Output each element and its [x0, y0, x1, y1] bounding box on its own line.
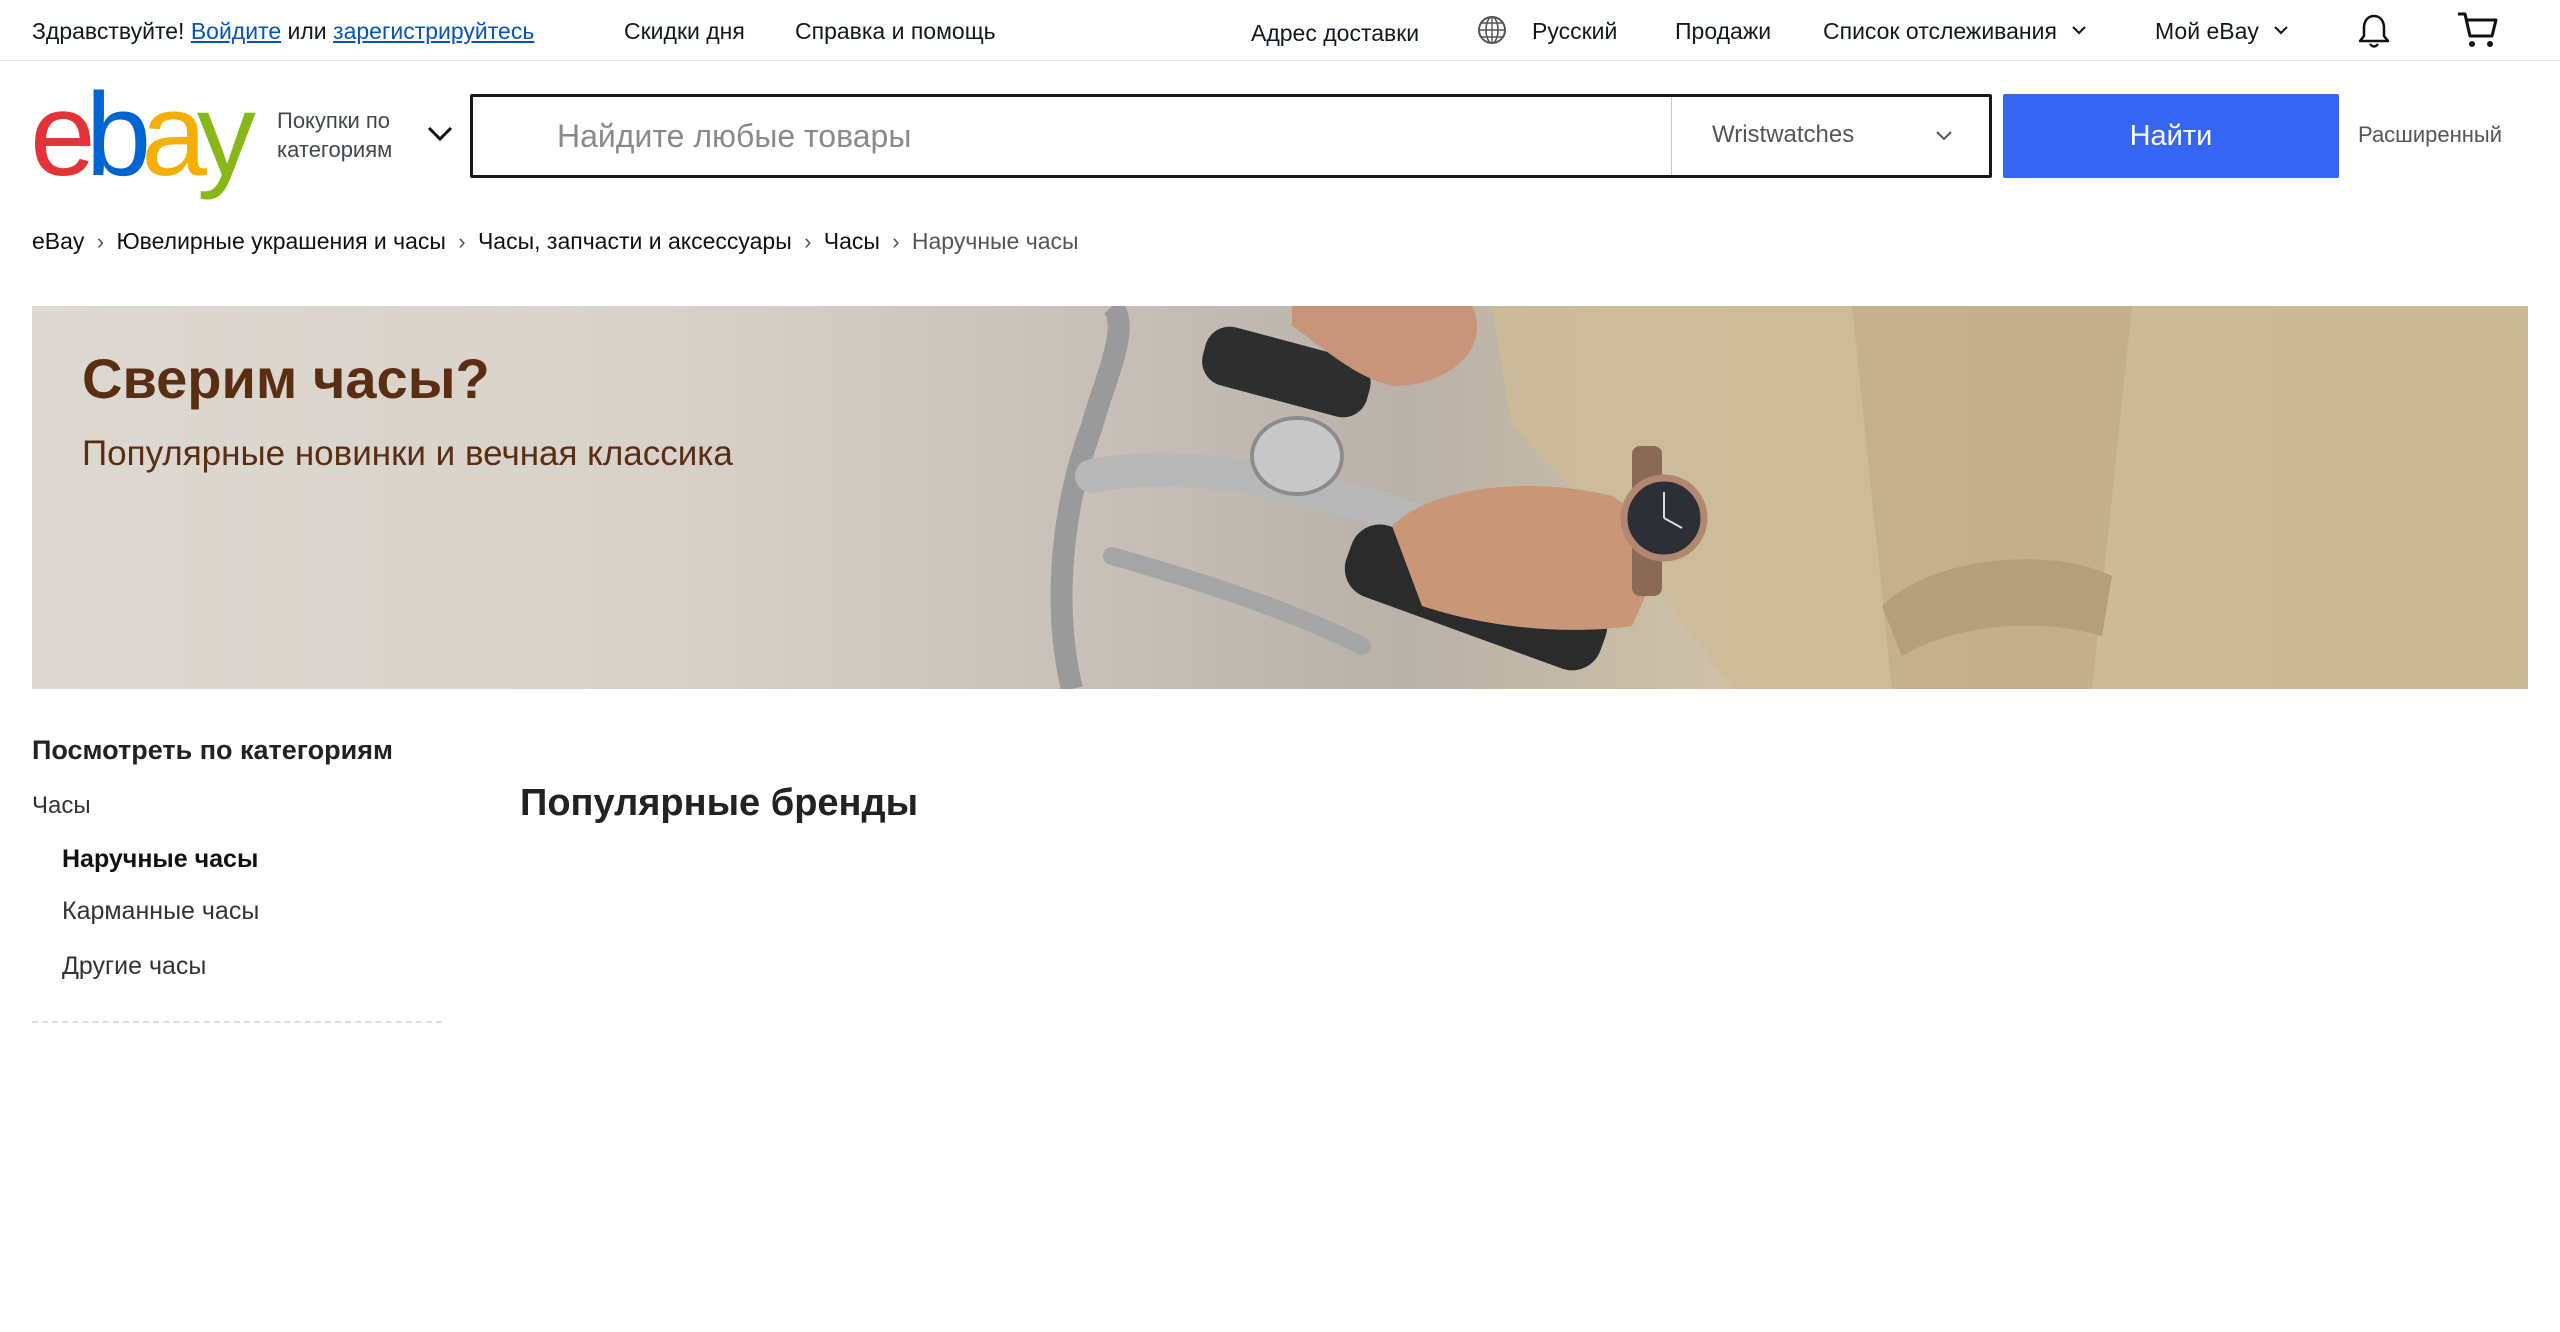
shop-by-category-button[interactable]: Покупки по категориям: [277, 106, 417, 164]
top-navigation-bar: Здравствуйте! Войдите или зарегистрируйт…: [0, 0, 2560, 61]
language-selector[interactable]: Русский: [1532, 16, 1617, 46]
watchlist-menu[interactable]: Список отслеживания: [1823, 16, 2087, 46]
register-link[interactable]: зарегистрируйтесь: [333, 18, 534, 44]
breadcrumb-item[interactable]: Часы, запчасти и аксессуары: [478, 226, 792, 256]
breadcrumb-item[interactable]: eBay: [32, 226, 84, 256]
notification-bell-icon[interactable]: [2355, 12, 2393, 50]
hero-subtitle: Популярные новинки и вечная классика: [82, 434, 733, 473]
breadcrumb-item[interactable]: Ювелирные украшения и часы: [116, 226, 446, 256]
search-input[interactable]: [473, 97, 1669, 175]
category-link-wristwatches[interactable]: Наручные часы: [62, 845, 258, 874]
breadcrumb-current: Наручные часы: [911, 228, 1079, 254]
search-category-select[interactable]: Wristwatches: [1671, 97, 1989, 175]
daily-deals-link[interactable]: Скидки дня: [624, 16, 745, 46]
chevron-right-icon: ›: [96, 229, 105, 254]
chevron-right-icon: ›: [892, 229, 900, 254]
chevron-right-icon: ›: [804, 229, 812, 254]
chevron-down-icon[interactable]: [427, 126, 453, 142]
globe-icon[interactable]: [1476, 14, 1508, 46]
my-ebay-label: Мой eBay: [2155, 18, 2259, 44]
category-link-other-watches[interactable]: Другие часы: [62, 952, 206, 981]
hero-title: Сверим часы?: [82, 347, 490, 410]
chevron-down-icon: [1935, 129, 1953, 141]
popular-brands-title: Популярные бренды: [520, 782, 919, 824]
category-link-watches[interactable]: Часы: [32, 792, 91, 820]
search-bar: Wristwatches: [470, 94, 1992, 178]
chevron-right-icon: ›: [458, 229, 466, 254]
breadcrumb: eBay › Ювелирные украшения и часы › Часы, за…: [32, 226, 1079, 257]
hero-banner[interactable]: Сверим часы? Популярные новинки и вечная…: [32, 306, 2528, 689]
category-link-pocket-watches[interactable]: Карманные часы: [62, 897, 259, 926]
watchlist-label: Список отслеживания: [1823, 18, 2057, 44]
help-link[interactable]: Справка и помощь: [795, 16, 996, 46]
greeting-text: Здравствуйте!: [32, 18, 185, 44]
or-text: или: [287, 18, 327, 44]
cart-icon[interactable]: [2456, 10, 2500, 50]
browse-categories-title: Посмотреть по категориям: [32, 735, 393, 765]
sidebar-divider: [32, 1021, 442, 1023]
search-category-value: Wristwatches: [1712, 121, 1855, 148]
ebay-logo[interactable]: ebay: [30, 76, 270, 194]
greeting: Здравствуйте! Войдите или зарегистрируйт…: [32, 16, 534, 46]
selling-link[interactable]: Продажи: [1675, 16, 1771, 46]
search-button[interactable]: Найти: [2003, 94, 2339, 178]
advanced-search-link[interactable]: Расширенный: [2358, 122, 2502, 148]
chevron-down-icon: [2273, 24, 2288, 36]
chevron-down-icon: [2071, 24, 2087, 36]
my-ebay-menu[interactable]: Мой eBay: [2155, 16, 2288, 46]
ship-to-link[interactable]: Адрес доставки: [1251, 18, 1419, 48]
signin-link[interactable]: Войдите: [191, 18, 281, 44]
breadcrumb-item[interactable]: Часы: [824, 226, 880, 256]
